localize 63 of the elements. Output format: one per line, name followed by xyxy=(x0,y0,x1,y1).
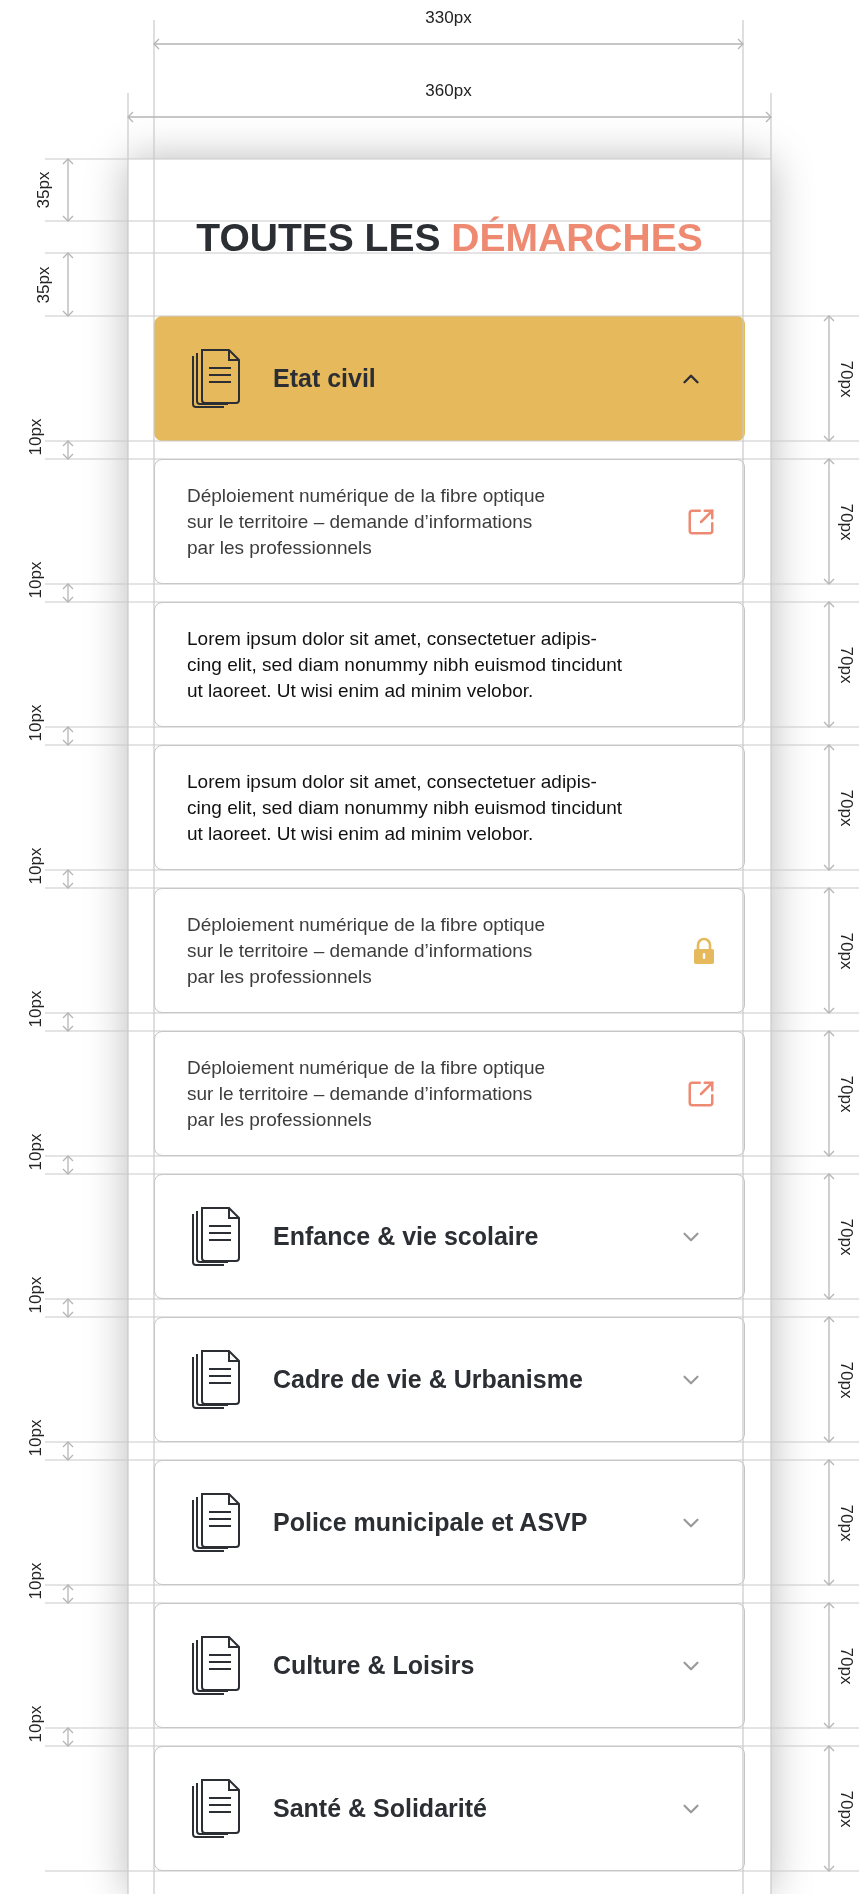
dimension-label: 70px xyxy=(836,1218,856,1255)
dimension-label: 10px xyxy=(26,1419,46,1457)
procedure-item[interactable]: Déploiement numérique de la fibre optique sur le territoire – demande d’informations par les professionnels xyxy=(154,1031,745,1156)
dimension-label: 70px xyxy=(836,360,856,397)
procedure-text: Déploiement numérique de la fibre optique sur le territoire – demande d’informations par les professionnels xyxy=(187,1055,547,1132)
procedure-item[interactable]: Déploiement numérique de la fibre optique sur le territoire – demande d’informations par les professionnels xyxy=(154,888,745,1013)
dimension-label: 10px xyxy=(26,561,46,599)
gap-dimension-arrow xyxy=(62,583,74,603)
gap-dimension-arrow xyxy=(62,1155,74,1175)
documents-icon xyxy=(189,1348,241,1411)
dimension-label: 70px xyxy=(836,646,856,683)
gap-dimension-arrow xyxy=(62,440,74,460)
dimension-label: 35px xyxy=(34,266,54,303)
dimension-label: 70px xyxy=(836,503,856,540)
procedure-text: Déploiement numérique de la fibre optique sur le territoire – demande d’informations par les professionnels xyxy=(187,912,547,989)
documents-icon xyxy=(189,1634,241,1697)
dimension-label: 70px xyxy=(836,789,856,826)
documents-icon xyxy=(189,347,241,410)
dimension-label: 360px xyxy=(425,81,472,101)
gap-dimension-arrow xyxy=(62,1441,74,1461)
procedure-text: Lorem ipsum dolor sit amet, consectetuer adipis- cing elit, sed diam nonummy nibh euismod tincidunt ut laoreet. Ut wisi enim ad minim velobor. xyxy=(187,626,624,703)
dimension-label: 10px xyxy=(26,1133,46,1171)
spacing-dimension-arrow xyxy=(62,158,74,222)
category-header[interactable]: Etat civil xyxy=(154,316,745,441)
dimension-label: 10px xyxy=(26,704,46,742)
dimension-label: 10px xyxy=(26,1276,46,1314)
lock-icon xyxy=(692,936,716,965)
dimension-label: 35px xyxy=(34,171,54,209)
spacing-dimension-arrow xyxy=(62,252,74,317)
documents-icon xyxy=(189,1205,241,1268)
procedure-item[interactable]: Lorem ipsum dolor sit amet, consectetuer adipis- cing elit, sed diam nonummy nibh euismod tincidunt ut laoreet. Ut wisi enim ad minim velobor. xyxy=(154,745,745,870)
category-header[interactable]: Culture & Loisirs xyxy=(154,1603,745,1728)
dimension-label: 70px xyxy=(836,1504,856,1541)
page-title: TOUTES LES DÉMARCHES xyxy=(196,215,703,260)
dimension-label: 10px xyxy=(26,418,46,456)
documents-icon xyxy=(189,1491,241,1554)
gap-dimension-arrow xyxy=(62,1727,74,1747)
category-header[interactable]: Cadre de vie & Urbanisme xyxy=(154,1317,745,1442)
gap-dimension-arrow xyxy=(62,1012,74,1032)
category-header[interactable]: Santé & Solidarité xyxy=(154,1746,745,1871)
category-header[interactable]: Police municipale et ASVP xyxy=(154,1460,745,1585)
dimension-label: 70px xyxy=(836,1647,856,1684)
documents-icon xyxy=(189,1777,241,1840)
dimension-label: 70px xyxy=(836,1790,856,1827)
procedure-text: Déploiement numérique de la fibre optique sur le territoire – demande d’informations par les professionnels xyxy=(187,483,547,560)
dimension-label: 10px xyxy=(26,847,46,885)
category-header[interactable]: Enfance & vie scolaire xyxy=(154,1174,745,1299)
gap-dimension-arrow xyxy=(62,1298,74,1318)
dimension-label: 70px xyxy=(836,932,856,969)
dimension-label: 70px xyxy=(836,1075,856,1112)
gap-dimension-arrow xyxy=(62,869,74,889)
dimension-label: 70px xyxy=(836,1361,856,1398)
gap-dimension-arrow xyxy=(62,726,74,746)
dimension-label: 10px xyxy=(26,990,46,1028)
gap-dimension-arrow xyxy=(62,1584,74,1604)
dimension-label: 10px xyxy=(26,1562,46,1600)
external-link-icon xyxy=(686,506,716,537)
dimension-label: 330px xyxy=(425,8,472,28)
external-link-icon xyxy=(686,1078,716,1109)
procedure-item[interactable]: Déploiement numérique de la fibre optique sur le territoire – demande d’informations par les professionnels xyxy=(154,459,745,584)
dimension-label: 10px xyxy=(26,1705,46,1743)
procedure-item[interactable]: Lorem ipsum dolor sit amet, consectetuer adipis- cing elit, sed diam nonummy nibh euismod tincidunt ut laoreet. Ut wisi enim ad minim velobor. xyxy=(154,602,745,727)
procedure-text: Lorem ipsum dolor sit amet, consectetuer adipis- cing elit, sed diam nonummy nibh euismod tincidunt ut laoreet. Ut wisi enim ad minim velobor. xyxy=(187,769,624,846)
